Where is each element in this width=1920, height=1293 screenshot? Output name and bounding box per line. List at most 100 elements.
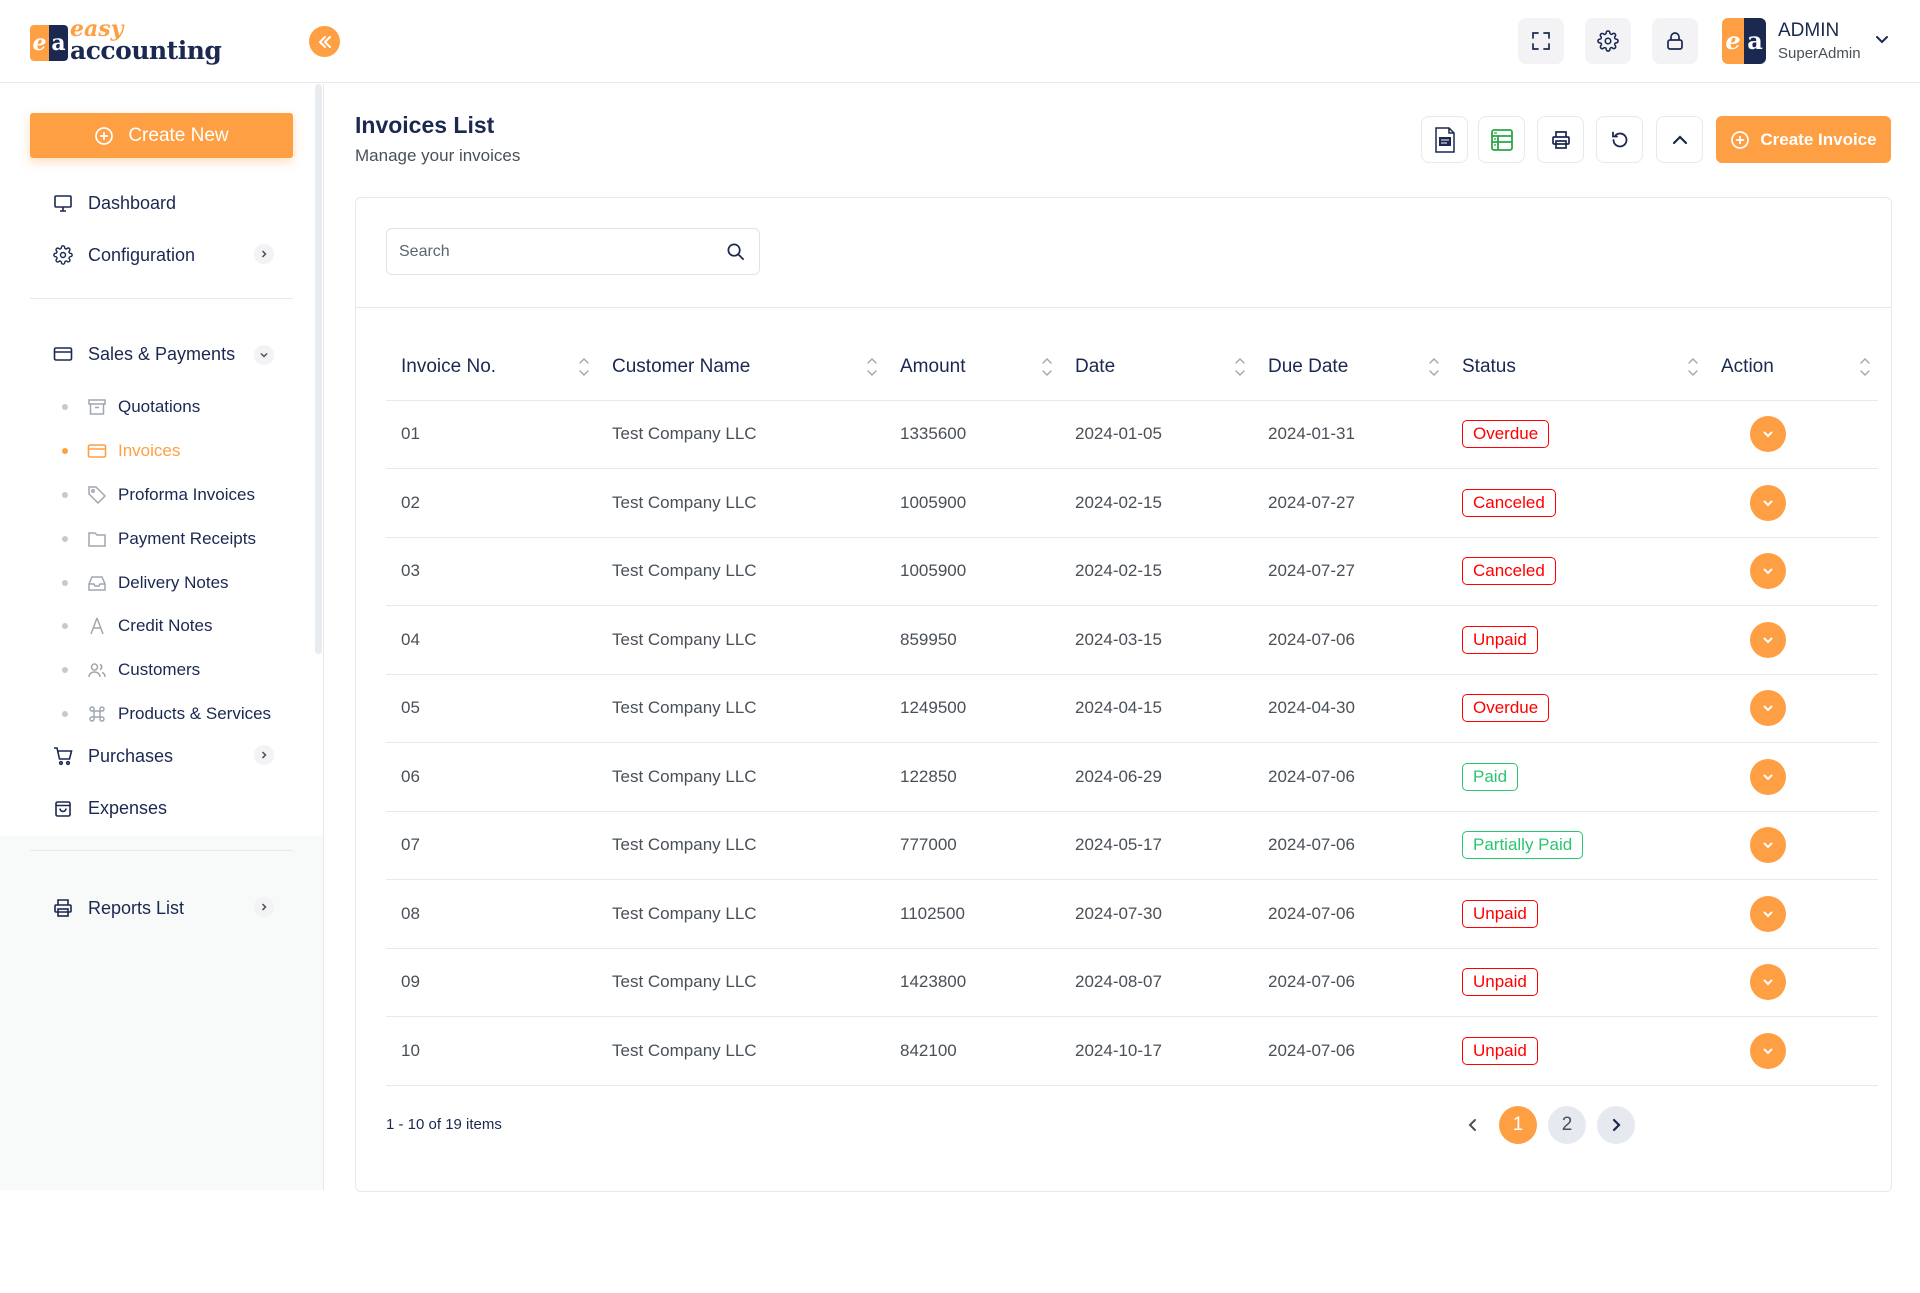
sidebar-item-label: Credit Notes (118, 616, 213, 635)
row-action-button[interactable] (1750, 690, 1786, 727)
sidebar-item-label: Reports List (88, 897, 185, 918)
sort-icon[interactable] (1040, 356, 1054, 378)
fullscreen-icon (1532, 32, 1550, 50)
row-action-button[interactable] (1750, 484, 1786, 521)
configuration-expand-button[interactable] (254, 244, 274, 264)
cell-amount: 859950 (885, 605, 1060, 675)
sort-icon[interactable] (1233, 356, 1247, 378)
sidebar-collapse-button[interactable] (309, 26, 340, 57)
reports-expand-button[interactable] (254, 897, 274, 917)
sidebar-subitem-invoices[interactable]: Invoices (62, 440, 180, 462)
chevron-down-icon (1763, 568, 1773, 575)
sidebar-subitem-products-services[interactable]: Products & Services (62, 703, 271, 725)
column-header-date[interactable]: Date (1060, 334, 1253, 401)
row-action-button[interactable] (1750, 758, 1786, 795)
create-invoice-label: Create Invoice (1760, 129, 1877, 149)
print-button[interactable] (1537, 116, 1584, 163)
row-action-button[interactable] (1750, 553, 1786, 590)
credit-card-icon (52, 343, 74, 365)
collapse-header-button[interactable] (1656, 116, 1703, 163)
sidebar-item-configuration[interactable]: Configuration (52, 244, 195, 266)
table-row[interactable]: 06 Test Company LLC 122850 2024-06-29 2024-0… (386, 742, 1878, 812)
sidebar-item-label: Products & Services (118, 704, 272, 723)
sidebar-item-expenses[interactable]: Expenses (52, 797, 167, 819)
sidebar-item-label: Proforma Invoices (118, 485, 255, 504)
table-row[interactable]: 09 Test Company LLC 1423800 2024-08-07 2024-… (386, 948, 1878, 1017)
chevron-down-icon (1763, 1048, 1773, 1055)
next-page-button[interactable] (1597, 1106, 1635, 1144)
cell-no: 05 (386, 674, 597, 743)
cell-date: 2024-02-15 (1060, 468, 1253, 538)
sidebar-subitem-quotations[interactable]: Quotations (62, 396, 200, 418)
sort-icon[interactable] (865, 356, 879, 378)
settings-button[interactable] (1585, 18, 1631, 64)
refresh-button[interactable] (1596, 116, 1643, 163)
table-row[interactable]: 10 Test Company LLC 842100 2024-10-17 2024-0… (386, 1016, 1878, 1086)
purchases-expand-button[interactable] (254, 745, 274, 765)
search-input[interactable] (399, 229, 719, 274)
prev-page-button[interactable] (1460, 1106, 1486, 1144)
cell-customer: Test Company LLC (597, 1016, 885, 1086)
sidebar-subitem-delivery-notes[interactable]: Delivery Notes (62, 572, 229, 594)
row-action-button[interactable] (1750, 827, 1786, 864)
page-1-button[interactable]: 1 (1499, 1106, 1537, 1144)
sidebar-item-label: Customers (118, 660, 201, 679)
cell-no: 01 (386, 400, 597, 469)
page-subtitle: Manage your invoices (355, 146, 521, 165)
search-field[interactable] (386, 228, 760, 275)
create-invoice-button[interactable]: Create Invoice (1716, 116, 1891, 163)
bullet-dot (62, 623, 68, 629)
search-icon[interactable] (726, 242, 745, 261)
column-header-customer-name[interactable]: Customer Name (597, 334, 885, 401)
row-action-button[interactable] (1750, 895, 1786, 932)
page-2-button[interactable]: 2 (1548, 1106, 1586, 1144)
table-row[interactable]: 05 Test Company LLC 1249500 2024-04-15 2024-… (386, 674, 1878, 743)
sort-icon[interactable] (1427, 356, 1441, 378)
user-menu[interactable]: e a ADMIN SuperAdmin (1722, 18, 1892, 64)
column-header-status[interactable]: Status (1447, 334, 1706, 401)
column-header-amount[interactable]: Amount (885, 334, 1060, 401)
lock-icon (1667, 32, 1683, 50)
cell-due: 2024-07-27 (1253, 468, 1447, 538)
sidebar-item-purchases[interactable]: Purchases (52, 745, 173, 767)
create-new-button[interactable]: Create New (30, 113, 293, 158)
sidebar-scrollbar[interactable] (315, 84, 322, 654)
fullscreen-button[interactable] (1518, 18, 1564, 64)
sort-icon[interactable] (1686, 356, 1700, 378)
row-action-button[interactable] (1750, 1032, 1786, 1069)
cell-amount: 122850 (885, 742, 1060, 812)
row-action-button[interactable] (1750, 621, 1786, 658)
sidebar-item-sales-payments[interactable]: Sales & Payments (52, 343, 235, 365)
sidebar-subitem-proforma-invoices[interactable]: Proforma Invoices (62, 484, 255, 506)
table-row[interactable]: 02 Test Company LLC 1005900 2024-02-15 2024-… (386, 468, 1878, 538)
row-action-button[interactable] (1750, 416, 1786, 453)
chevron-down-icon (1763, 500, 1773, 507)
sidebar-subitem-customers[interactable]: Customers (62, 659, 200, 681)
sort-icon[interactable] (577, 356, 591, 378)
table-row[interactable]: 04 Test Company LLC 859950 2024-03-15 2024-0… (386, 605, 1878, 675)
table-row[interactable]: 07 Test Company LLC 777000 2024-05-17 2024-0… (386, 811, 1878, 880)
settings-icon (1597, 30, 1619, 52)
column-header-due-date[interactable]: Due Date (1253, 334, 1447, 401)
cell-due: 2024-01-31 (1253, 400, 1447, 469)
status-badge: Unpaid (1462, 1036, 1538, 1065)
sort-icon[interactable] (1858, 356, 1872, 378)
column-header-action[interactable]: Action (1706, 334, 1878, 401)
table-row[interactable]: 03 Test Company LLC 1005900 2024-02-15 2024-… (386, 537, 1878, 606)
users-icon (86, 659, 108, 681)
sidebar-subitem-credit-notes[interactable]: Credit Notes (62, 615, 212, 637)
lock-button[interactable] (1652, 18, 1698, 64)
sidebar-item-label: Quotations (118, 397, 201, 416)
sidebar-item-dashboard[interactable]: Dashboard (52, 192, 176, 214)
sidebar-item-reports-list[interactable]: Reports List (52, 897, 184, 919)
column-header-invoice-no[interactable]: Invoice No. (386, 334, 597, 401)
sidebar-item-label: Payment Receipts (118, 529, 256, 548)
row-action-button[interactable] (1750, 964, 1786, 1001)
sidebar-subitem-payment-receipts[interactable]: Payment Receipts (62, 528, 256, 550)
table-row[interactable]: 08 Test Company LLC 1102500 2024-07-30 2024-… (386, 879, 1878, 949)
export-pdf-button[interactable] (1421, 116, 1468, 163)
table-row[interactable]: 01 Test Company LLC 1335600 2024-01-05 2024-… (386, 400, 1878, 469)
sales-payments-collapse-button[interactable] (254, 345, 274, 365)
export-excel-button[interactable] (1478, 116, 1525, 163)
app-logo[interactable]: e a easy accounting (30, 16, 222, 65)
